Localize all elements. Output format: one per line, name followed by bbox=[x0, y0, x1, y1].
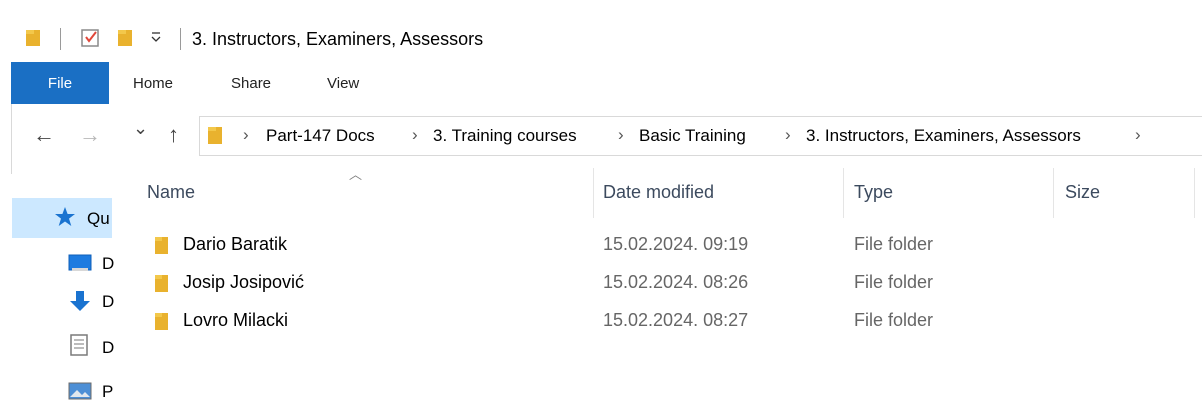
navigation-bar: ← → ⌄ ↑ › Part-147 Docs › 3. Training co… bbox=[0, 112, 1202, 158]
tab-share[interactable]: Share bbox=[231, 62, 271, 104]
folder-icon bbox=[154, 273, 170, 298]
table-row[interactable]: Josip Josipović 15.02.2024. 08:26 File f… bbox=[112, 267, 1202, 303]
address-bar[interactable]: › Part-147 Docs › 3. Training courses › … bbox=[199, 116, 1202, 156]
title-bar: 3. Instructors, Examiners, Assessors bbox=[0, 0, 1202, 58]
breadcrumb-separator: › bbox=[412, 125, 418, 144]
folder-icon bbox=[154, 235, 170, 260]
breadcrumb-instructors[interactable]: 3. Instructors, Examiners, Assessors bbox=[806, 126, 1081, 146]
folder-icon bbox=[207, 125, 225, 150]
window-title: 3. Instructors, Examiners, Assessors bbox=[192, 29, 484, 49]
folder-icon[interactable] bbox=[25, 27, 43, 52]
recent-locations-button[interactable]: ⌄ bbox=[133, 118, 148, 139]
properties-checkbox-icon[interactable] bbox=[80, 27, 102, 54]
sort-ascending-icon: ︿ bbox=[349, 167, 363, 182]
desktop-icon[interactable] bbox=[68, 254, 92, 277]
toolbar-separator bbox=[60, 28, 61, 50]
column-divider[interactable] bbox=[1053, 168, 1054, 218]
file-date-modified: 15.02.2024. 08:27 bbox=[603, 310, 749, 330]
file-date-modified: 15.02.2024. 09:19 bbox=[603, 234, 749, 254]
breadcrumb-separator: › bbox=[1135, 125, 1141, 144]
file-type: File folder bbox=[854, 272, 934, 292]
file-name: Lovro Milacki bbox=[183, 310, 289, 330]
column-header-name[interactable]: Name bbox=[147, 182, 195, 203]
file-type: File folder bbox=[854, 310, 934, 330]
folder-icon bbox=[154, 311, 170, 336]
breadcrumb-training-courses[interactable]: 3. Training courses bbox=[433, 126, 577, 146]
forward-button[interactable]: → bbox=[79, 122, 101, 148]
file-name: Dario Baratik bbox=[183, 234, 288, 254]
customize-dropdown-icon[interactable] bbox=[150, 30, 162, 49]
star-icon bbox=[54, 206, 76, 233]
breadcrumb-separator: › bbox=[618, 125, 624, 144]
picture-icon[interactable] bbox=[68, 382, 92, 405]
tab-file[interactable]: File bbox=[11, 62, 109, 104]
column-divider[interactable] bbox=[593, 168, 594, 218]
download-icon[interactable] bbox=[68, 290, 92, 317]
file-date-modified: 15.02.2024. 08:26 bbox=[603, 272, 749, 292]
document-icon[interactable] bbox=[70, 334, 90, 361]
tab-view[interactable]: View bbox=[327, 62, 359, 104]
tab-home[interactable]: Home bbox=[133, 62, 173, 104]
new-folder-icon[interactable] bbox=[117, 27, 135, 52]
back-button[interactable]: ← bbox=[33, 122, 55, 148]
toolbar-separator bbox=[180, 28, 181, 50]
breadcrumb-separator: › bbox=[785, 125, 791, 144]
breadcrumb-separator: › bbox=[243, 125, 249, 144]
table-row[interactable]: Lovro Milacki 15.02.2024. 08:27 File fol… bbox=[112, 305, 1202, 341]
nav-item-label: P bbox=[102, 382, 114, 401]
column-header-date-modified[interactable]: Date modified bbox=[603, 182, 714, 203]
column-divider[interactable] bbox=[843, 168, 844, 218]
column-header-type[interactable]: Type bbox=[854, 182, 893, 203]
breadcrumb-part-147-docs[interactable]: Part-147 Docs bbox=[266, 126, 375, 146]
file-type: File folder bbox=[854, 234, 934, 254]
nav-item-label: Qu bbox=[87, 209, 110, 228]
table-row[interactable]: Dario Baratik 15.02.2024. 09:19 File fol… bbox=[112, 229, 1202, 265]
column-divider[interactable] bbox=[1194, 168, 1195, 218]
column-header-size[interactable]: Size bbox=[1065, 182, 1100, 203]
file-name: Josip Josipović bbox=[183, 272, 305, 292]
ribbon: File Home Share View bbox=[0, 62, 1202, 104]
breadcrumb-basic-training[interactable]: Basic Training bbox=[639, 126, 746, 146]
nav-item-label: D bbox=[102, 338, 115, 357]
up-button[interactable]: ↑ bbox=[168, 122, 179, 148]
